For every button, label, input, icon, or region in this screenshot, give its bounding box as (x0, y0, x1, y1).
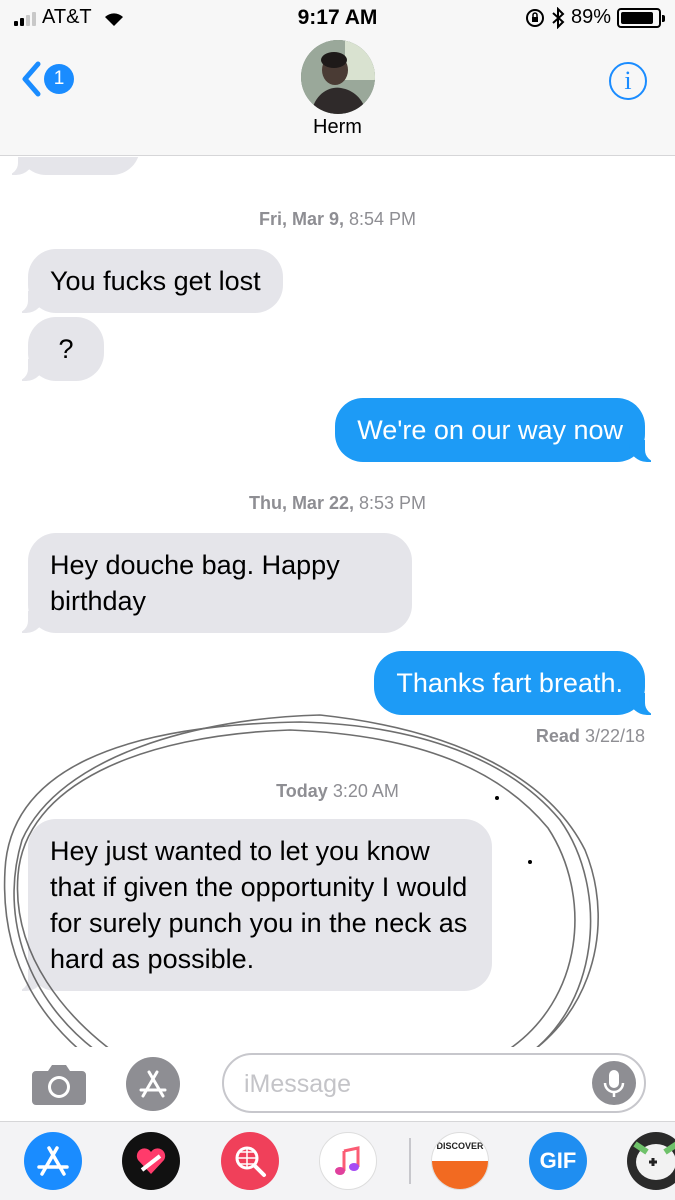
app-store-icon[interactable] (24, 1132, 82, 1190)
music-icon[interactable] (319, 1132, 377, 1190)
info-button[interactable]: i (609, 62, 647, 100)
message-thread[interactable]: Fri, Mar 9, 8:54 PM You fucks get lost ?… (0, 157, 675, 1047)
game-icon[interactable] (627, 1132, 675, 1190)
timestamp-time: 3:20 AM (332, 781, 399, 801)
app-store-button[interactable] (126, 1057, 180, 1111)
timestamp-day: Fri, Mar 9, (258, 209, 344, 229)
gif-icon[interactable]: GIF (529, 1132, 587, 1190)
discover-label: DISCOVER (436, 1141, 484, 1151)
timestamp-time: 8:53 PM (359, 493, 427, 513)
incoming-message[interactable]: Hey douche bag. Happy birthday (14, 533, 412, 633)
app-drawer: DISCOVER GIF (0, 1121, 675, 1200)
status-bar: AT&T 9:17 AM 89% (0, 0, 675, 38)
incoming-message[interactable]: You fucks get lost (14, 249, 283, 313)
gif-label: GIF (539, 1148, 577, 1173)
chevron-left-icon (22, 61, 41, 97)
app-store-a-icon (37, 1146, 69, 1176)
message-text: Hey douche bag. Happy birthday (50, 550, 340, 616)
outgoing-message[interactable]: We're on our way now (335, 398, 659, 462)
rotation-lock-icon (525, 8, 544, 27)
status-right: 89% (525, 6, 665, 29)
compose-bar (0, 1047, 675, 1121)
timestamp: Today 3:20 AM (0, 781, 675, 802)
timestamp-day: Today (276, 781, 328, 801)
search-globe-icon (235, 1146, 266, 1177)
digital-touch-icon[interactable] (122, 1132, 180, 1190)
message-text: We're on our way now (357, 415, 623, 445)
incoming-message[interactable]: ? (14, 317, 104, 381)
message-field[interactable] (222, 1053, 646, 1113)
unread-badge: 1 (44, 64, 74, 94)
microphone-icon (603, 1070, 625, 1097)
music-note-icon (335, 1146, 360, 1175)
conversation-header: 1 Herm i (0, 38, 675, 156)
read-date: 3/22/18 (584, 726, 645, 746)
read-label: Read (535, 726, 580, 746)
contact-name[interactable]: Herm (0, 116, 675, 139)
app-store-glyph-icon (139, 1070, 167, 1098)
message-text: Thanks fart breath. (396, 668, 623, 698)
outgoing-message[interactable]: Thanks fart breath. (374, 651, 659, 715)
back-button[interactable]: 1 (20, 60, 74, 98)
battery-icon (617, 7, 665, 28)
avatar-photo (301, 40, 375, 114)
web-images-icon[interactable] (221, 1132, 279, 1190)
heart-icon (136, 1148, 166, 1174)
message-text: Hey just wanted to let you know that if … (50, 836, 468, 974)
message-text: You fucks get lost (50, 266, 261, 296)
message-input[interactable] (244, 1065, 584, 1103)
timestamp: Fri, Mar 9, 8:54 PM (0, 209, 675, 230)
timestamp-day: Thu, Mar 22, (248, 493, 354, 513)
timestamp: Thu, Mar 22, 8:53 PM (0, 493, 675, 514)
game-character-icon (633, 1141, 675, 1180)
read-receipt: Read 3/22/18 (536, 726, 645, 747)
battery-percent: 89% (570, 6, 611, 28)
incoming-message[interactable]: Hey just wanted to let you know that if … (14, 819, 492, 991)
discover-band (432, 1161, 488, 1189)
timestamp-time: 8:54 PM (349, 209, 417, 229)
camera-icon[interactable] (30, 1061, 88, 1107)
microphone-button[interactable] (592, 1061, 636, 1105)
bluetooth-icon (552, 6, 565, 29)
message-text: ? (58, 334, 74, 364)
drawer-divider (409, 1138, 411, 1184)
contact-avatar[interactable] (301, 40, 375, 114)
message-bubble-cutoff (4, 157, 140, 175)
discover-icon[interactable]: DISCOVER (431, 1132, 489, 1190)
